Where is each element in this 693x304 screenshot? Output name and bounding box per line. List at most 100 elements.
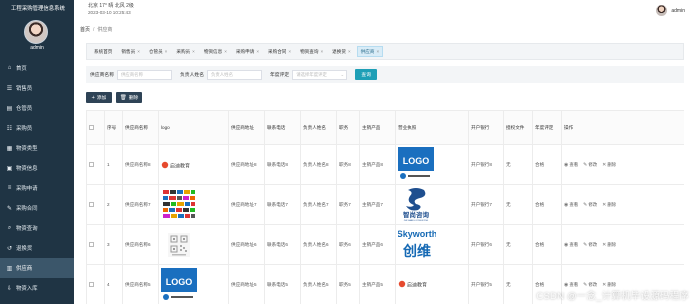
eye-icon: ◉ xyxy=(564,281,569,288)
user-menu[interactable]: admin xyxy=(656,5,685,16)
tag-materials[interactable]: 物资信息 × xyxy=(200,46,230,57)
delete-row-button[interactable]: ✕ 删除 xyxy=(602,282,616,288)
delete-row-button[interactable]: ✕ 删除 xyxy=(602,242,616,248)
tag-query[interactable]: 物资查询 × xyxy=(297,46,327,57)
breadcrumb-separator: / xyxy=(93,27,95,33)
search-button[interactable]: 查询 xyxy=(355,69,378,80)
supplier-logo-image[interactable] xyxy=(161,228,197,262)
tag-buyer[interactable]: 采购员 × xyxy=(173,46,198,57)
sidebar-item-home[interactable]: ⌂ 首页 xyxy=(0,58,74,78)
row-checkbox[interactable] xyxy=(89,201,94,207)
logo-cell xyxy=(158,224,229,265)
license-image[interactable]: 智尚咨询 ZHI SHANG CONSULTING xyxy=(398,186,434,222)
add-button[interactable]: + 添加 xyxy=(86,92,112,103)
close-icon[interactable]: × xyxy=(256,49,259,54)
delete-button[interactable]: 🗑 删除 xyxy=(116,92,142,103)
close-icon[interactable]: × xyxy=(137,49,140,54)
rating-select[interactable]: 请选择年度评定 ⌄ xyxy=(292,69,348,80)
delete-row-button[interactable]: ✕ 删除 xyxy=(602,202,616,208)
select-all-header[interactable] xyxy=(86,110,105,145)
avatar[interactable] xyxy=(656,5,668,16)
supplier-address-cell: 供应商地址8 xyxy=(228,144,265,185)
row-checkbox[interactable] xyxy=(89,241,94,247)
tag-system-home[interactable]: 系统首页 xyxy=(91,46,116,57)
sidebar-item-category[interactable]: ▦ 物资类型 xyxy=(0,138,74,158)
close-icon[interactable]: × xyxy=(288,49,291,54)
sidebar-item-contract[interactable]: ✎ 采购合同 xyxy=(0,198,74,218)
box-icon: ▣ xyxy=(6,165,13,172)
table-row[interactable]: 1 供应商名称8 启迪教育 供应商地址8 联系电话8 负责人姓名8 职务8 主销… xyxy=(86,144,684,185)
edit-button[interactable]: ✎ 修改 xyxy=(583,242,597,248)
sidebar-item-warehouse[interactable]: ▤ 仓管员 xyxy=(0,98,74,118)
tag-label: 采购申请 xyxy=(235,48,255,54)
close-icon[interactable]: × xyxy=(376,49,379,54)
breadcrumb: 首页 / 供应商 xyxy=(80,26,112,33)
license-image[interactable]: 启迪教育 xyxy=(398,277,434,291)
delete-label: 删除 xyxy=(607,281,617,287)
license-image[interactable]: Skyworth 创维 xyxy=(397,226,438,262)
category-icon: ▦ xyxy=(6,145,13,152)
supplier-name-cell: 供应商名称5 xyxy=(122,264,159,304)
table-row[interactable]: 3 供应商名称6 供应商地址6 联系电话6 负责人姓名6 职务6 主销产品6 S… xyxy=(86,224,684,265)
auth-file-cell: 无 xyxy=(503,184,533,225)
supplier-logo-image[interactable]: LOGO xyxy=(161,267,197,302)
contact-name-label: 负责人姓名 xyxy=(180,73,204,78)
edit-icon: ✎ xyxy=(583,161,588,168)
license-image[interactable]: LOGO xyxy=(398,147,434,181)
close-icon[interactable]: × xyxy=(348,49,351,54)
view-button[interactable]: ◉ 查看 xyxy=(564,282,578,288)
close-icon[interactable]: × xyxy=(192,49,195,54)
users-icon: ☰ xyxy=(6,85,13,92)
sidebar-item-returns[interactable]: ↺ 退换货 xyxy=(0,238,74,258)
edit-button[interactable]: ✎ 修改 xyxy=(583,162,597,168)
close-icon[interactable]: × xyxy=(165,49,168,54)
tag-supplier[interactable]: 供应商 × xyxy=(356,46,384,57)
column-header: 序号 xyxy=(104,110,123,145)
edit-label: 修改 xyxy=(588,161,598,167)
tag-label: 物资信息 xyxy=(203,48,223,54)
edit-button[interactable]: ✎ 修改 xyxy=(583,202,597,208)
tag-contract[interactable]: 采购合同 × xyxy=(265,46,295,57)
sidebar-item-sales[interactable]: ☰ 销售员 xyxy=(0,78,74,98)
tag-sales[interactable]: 销售员 × xyxy=(118,46,143,57)
tag-returns[interactable]: 退换货 × xyxy=(329,46,354,57)
sidebar-item-buyer[interactable]: ☷ 采购员 xyxy=(0,118,74,138)
tag-purchase-request[interactable]: 采购申请 × xyxy=(232,46,262,57)
tag-warehouse[interactable]: 仓管员 × xyxy=(145,46,171,57)
operations-cell: ◉ 查看 ✎ 修改 ✕ 删除 xyxy=(561,224,684,265)
close-icon[interactable]: × xyxy=(224,49,227,54)
view-button[interactable]: ◉ 查看 xyxy=(564,202,578,208)
contact-name-input[interactable]: 负责人姓名 xyxy=(207,69,262,80)
sidebar-item-supplier[interactable]: ▥ 供应商 xyxy=(0,258,74,278)
view-label: 查看 xyxy=(569,241,579,247)
row-checkbox[interactable] xyxy=(89,281,94,287)
view-button[interactable]: ◉ 查看 xyxy=(564,242,578,248)
row-checkbox[interactable] xyxy=(89,161,94,167)
sidebar-item-materials[interactable]: ▣ 物资信息 xyxy=(0,158,74,178)
breadcrumb-home[interactable]: 首页 xyxy=(80,27,90,33)
sidebar-item-purchase-request[interactable]: ≡ 采购申请 xyxy=(0,178,74,198)
delete-row-button[interactable]: ✕ 删除 xyxy=(602,162,616,168)
sidebar-item-label: 退换货 xyxy=(16,246,33,252)
auth-file-cell: 无 xyxy=(503,144,533,185)
sidebar-avatar[interactable] xyxy=(24,20,48,44)
sidebar-item-inbound[interactable]: ⇩ 物资入库 xyxy=(0,278,74,298)
close-icon[interactable]: × xyxy=(320,49,323,54)
supplier-logo-image[interactable]: 启迪教育 xyxy=(161,148,197,182)
user-name[interactable]: admin xyxy=(671,8,685,14)
supplier-name-input[interactable]: 供应商名称 xyxy=(117,69,172,80)
supplier-name-cell: 供应商名称7 xyxy=(122,184,159,225)
sidebar-item-query[interactable]: ⌕ 物资查询 xyxy=(0,218,74,238)
column-header: 开户银行 xyxy=(468,110,504,145)
supplier-icon: ▥ xyxy=(6,265,13,272)
view-button[interactable]: ◉ 查看 xyxy=(564,162,578,168)
select-all-checkbox[interactable] xyxy=(89,124,94,130)
table-row[interactable]: 2 供应商名称7 供应商地址7 联系电话7 负责人姓名7 职务7 主销产品7 智… xyxy=(86,184,684,225)
logo-cell: LOGO xyxy=(158,264,229,304)
contact-name-cell: 负责人姓名5 xyxy=(300,264,337,304)
supplier-logo-image[interactable] xyxy=(161,188,197,222)
title-cell: 职务6 xyxy=(336,224,360,265)
edit-button[interactable]: ✎ 修改 xyxy=(583,282,597,288)
auth-file-cell: 无 xyxy=(503,224,533,265)
tag-label: 退换货 xyxy=(332,48,346,54)
